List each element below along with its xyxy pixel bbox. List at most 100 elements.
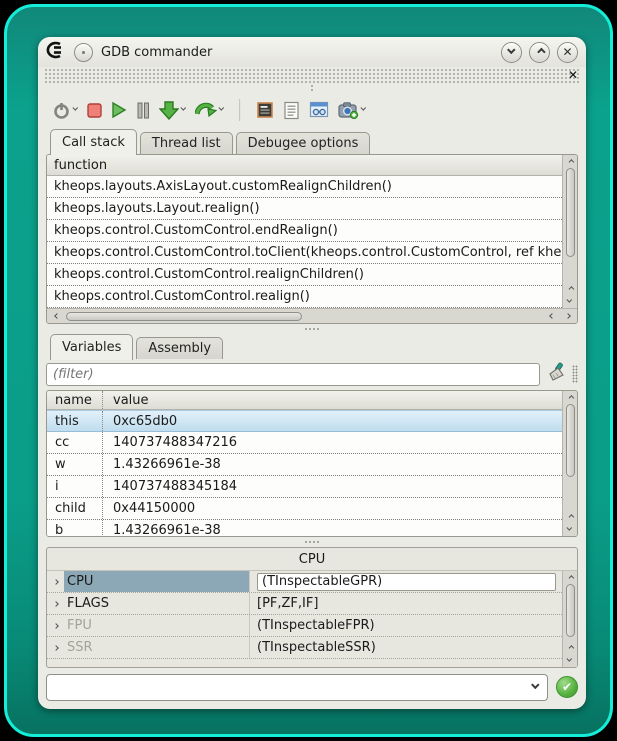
dropdown-chevron-icon[interactable]	[180, 105, 186, 111]
vscroll-thumb[interactable]	[566, 168, 575, 257]
expander-icon[interactable]	[47, 624, 64, 628]
scroll-down-icon[interactable]	[564, 654, 577, 667]
variable-row[interactable]: this 0xc65db0	[47, 410, 562, 432]
cpu-inspector-title: CPU	[47, 548, 577, 570]
expander-icon[interactable]	[47, 646, 64, 650]
pane-splitter[interactable]	[46, 537, 578, 546]
window-title: GDB commander	[101, 45, 493, 60]
scroll-down-icon[interactable]	[564, 295, 577, 308]
menu-dot-icon	[82, 51, 85, 54]
tab-debugee-options[interactable]: Debugee options	[236, 132, 371, 154]
variable-row[interactable]: cc 140737488347216	[47, 432, 562, 454]
variable-row[interactable]: w 1.43266961e-38	[47, 454, 562, 476]
scroll-up-icon[interactable]	[564, 510, 577, 523]
window-menu-button[interactable]	[74, 43, 93, 62]
dropdown-chevron-icon[interactable]	[72, 105, 78, 111]
step-into-button[interactable]	[159, 100, 186, 120]
cpu-register-list: CPU (TInspectableGPR) FLAGS [PF,ZF,IF] F…	[47, 571, 562, 667]
power-button[interactable]	[52, 101, 78, 120]
scroll-left-icon[interactable]	[50, 310, 63, 323]
dropdown-chevron-icon[interactable]	[360, 105, 366, 111]
call-stack-row[interactable]: kheops.control.CustomControl.toClient(kh…	[47, 242, 562, 264]
column-name[interactable]: name	[47, 391, 103, 409]
watch-window-button[interactable]	[309, 101, 329, 119]
variable-row[interactable]: i 140737488345184	[47, 476, 562, 498]
stack-tabbar: Call stack Thread list Debugee options	[46, 128, 578, 154]
dock-grip[interactable]	[310, 84, 314, 92]
scroll-right-icon[interactable]	[561, 310, 574, 323]
pause-button[interactable]	[136, 102, 150, 119]
variable-row[interactable]: b 1.43266961e-38	[47, 520, 562, 536]
call-stack-column-header[interactable]: function	[47, 155, 562, 176]
check-icon: ✔	[562, 680, 572, 694]
document-icon	[283, 101, 300, 120]
call-stack-row[interactable]: kheops.control.CustomControl.realignChil…	[47, 264, 562, 286]
register-row-flags[interactable]: FLAGS [PF,ZF,IF]	[47, 593, 562, 615]
cpu-inspector: CPU CPU (TInspectableGPR) FLAGS [PF,ZF,I…	[46, 547, 578, 668]
app-logo-icon	[46, 41, 66, 63]
scroll-down-icon[interactable]	[564, 523, 577, 536]
column-value[interactable]: value	[103, 393, 562, 408]
inspect-tabbar: Variables Assembly	[46, 333, 578, 359]
tab-call-stack[interactable]: Call stack	[50, 129, 137, 155]
vscroll-thumb[interactable]	[566, 404, 575, 477]
step-over-button[interactable]	[195, 100, 224, 120]
splitter-grip	[304, 327, 320, 331]
debug-toolbar	[38, 92, 586, 128]
watch-icon	[309, 101, 329, 119]
call-stack-row[interactable]: kheops.control.CustomControl.endRealign(…	[47, 220, 562, 242]
clear-filter-button[interactable]	[546, 362, 566, 386]
tab-thread-list[interactable]: Thread list	[140, 132, 233, 154]
tab-assembly[interactable]: Assembly	[136, 337, 223, 359]
vscroll-thumb[interactable]	[566, 584, 575, 637]
register-value-field[interactable]: (TInspectableGPR)	[257, 573, 556, 591]
dropdown-chevron-icon[interactable]	[218, 105, 224, 111]
dock-handle-strip[interactable]: ✕	[44, 68, 580, 83]
stop-icon	[87, 103, 102, 118]
pane-splitter[interactable]	[46, 324, 578, 333]
stop-button[interactable]	[87, 103, 102, 118]
filter-input[interactable]	[46, 363, 540, 386]
tab-variables[interactable]: Variables	[50, 334, 133, 360]
scroll-up-icon[interactable]	[564, 155, 577, 168]
variable-row[interactable]: child 0x44150000	[47, 498, 562, 520]
gdb-commander-window: GDB commander ✕ ✕	[38, 37, 586, 709]
snapshot-button[interactable]	[338, 101, 366, 120]
step-into-icon	[159, 100, 179, 120]
minimize-button[interactable]	[501, 42, 522, 63]
titlebar[interactable]: GDB commander ✕	[38, 37, 586, 67]
call-stack-row[interactable]: kheops.layouts.Layout.realign()	[47, 198, 562, 220]
call-stack-hscrollbar[interactable]	[47, 308, 577, 323]
close-button[interactable]: ✕	[557, 42, 578, 63]
dock-close-icon[interactable]: ✕	[568, 68, 578, 82]
hscroll-thumb[interactable]	[66, 312, 302, 321]
dock-grip[interactable]	[572, 365, 578, 383]
scroll-up-icon[interactable]	[564, 391, 577, 404]
cpu-vscrollbar[interactable]	[562, 571, 577, 667]
chevron-up-icon	[537, 48, 545, 56]
camera-add-icon	[338, 101, 359, 120]
expander-icon[interactable]	[47, 602, 64, 606]
submit-command-button[interactable]: ✔	[556, 676, 578, 698]
scroll-left-icon[interactable]	[545, 310, 558, 323]
register-row-cpu[interactable]: CPU (TInspectableGPR)	[47, 571, 562, 593]
call-stack-row[interactable]: kheops.control.CustomControl.realign()	[47, 286, 562, 308]
call-stack-vscrollbar[interactable]	[562, 155, 577, 308]
expander-icon[interactable]	[47, 580, 64, 584]
chevron-down-icon[interactable]	[531, 681, 539, 689]
scroll-up-icon[interactable]	[564, 571, 577, 584]
command-combobox[interactable]	[46, 674, 548, 701]
variables-vscrollbar[interactable]	[562, 391, 577, 536]
memory-view-button[interactable]	[256, 101, 274, 119]
call-stack-row[interactable]: kheops.layouts.AxisLayout.customRealignC…	[47, 176, 562, 198]
scroll-up-icon[interactable]	[564, 282, 577, 295]
continue-button[interactable]	[111, 101, 127, 119]
variables-table: name value this 0xc65db0 cc 140737488347…	[47, 391, 562, 536]
register-row-ssr[interactable]: SSR (TInspectableSSR)	[47, 637, 562, 659]
variables-header[interactable]: name value	[47, 391, 562, 410]
desktop-frame: GDB commander ✕ ✕	[4, 4, 613, 737]
maximize-button[interactable]	[529, 42, 550, 63]
scroll-up-icon[interactable]	[564, 641, 577, 654]
register-row-fpu[interactable]: FPU (TInspectableFPR)	[47, 615, 562, 637]
log-view-button[interactable]	[283, 101, 300, 120]
